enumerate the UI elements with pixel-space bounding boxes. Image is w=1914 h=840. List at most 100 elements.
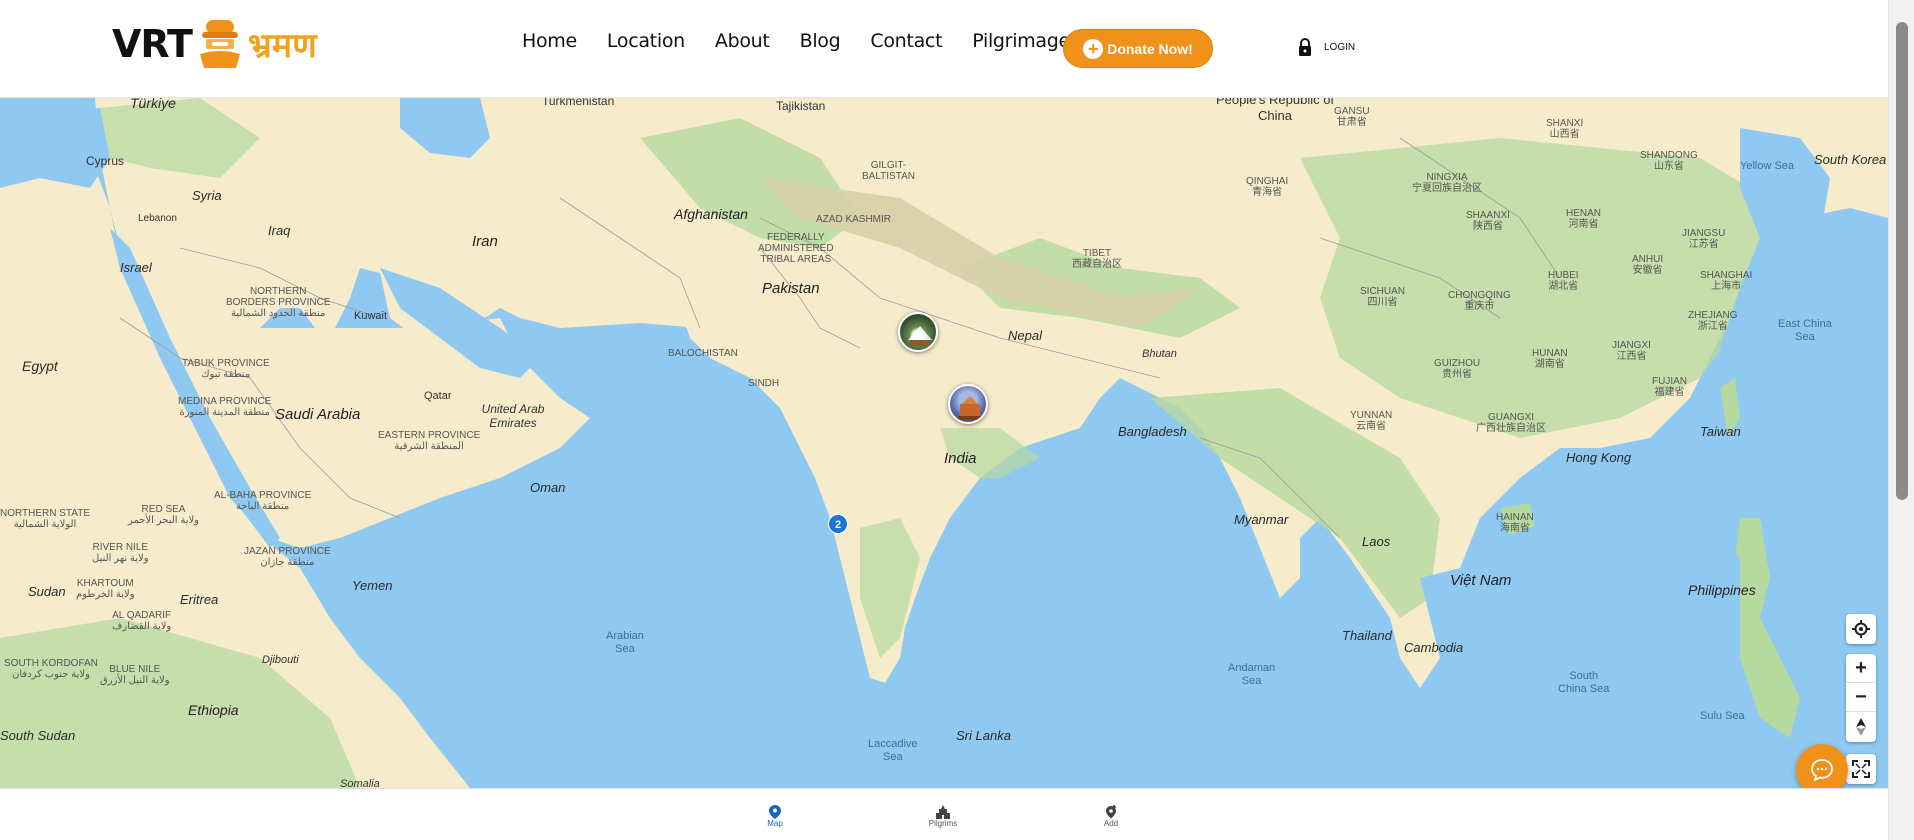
logo-text: VRT	[112, 22, 193, 66]
map-label-redsea: RED SEA ولاية البحر الأحمر	[128, 504, 200, 526]
map-canvas[interactable]: Türkiye Turkmenistan Tajikistan People's…	[0, 98, 1888, 788]
scrollbar-thumb[interactable]	[1896, 22, 1908, 500]
map-label-hubei: HUBEI 湖北省	[1548, 270, 1579, 292]
site-logo[interactable]: VRT भ्रमण	[112, 16, 317, 72]
map-label-djibouti: Djibouti	[262, 654, 299, 666]
map-label-alqadarif: AL QADARIF ولاية القضارف	[112, 610, 172, 632]
map-label-shandong: SHANDONG 山东省	[1640, 150, 1698, 172]
map-label-gansu: GANSU 甘肃省	[1334, 106, 1370, 128]
pilgrimage-marker[interactable]	[898, 312, 938, 352]
login-label: LOGIN	[1324, 41, 1356, 53]
map-label-sindh: SINDH	[748, 378, 780, 389]
map-label-tibet: TIBET 西藏自治区	[1072, 248, 1122, 270]
fullscreen-button[interactable]	[1846, 754, 1876, 784]
map-label-balochistan: BALOCHISTAN	[668, 348, 738, 359]
map-label-southsudan: South Sudan	[0, 728, 76, 743]
map-label-afghanistan: Afghanistan	[674, 206, 748, 222]
map-label-eastern: EASTERN PROVINCE المنطقة الشرقية	[378, 430, 481, 452]
login-link[interactable]: LOGIN	[1298, 38, 1355, 56]
nav-contact[interactable]: Contact	[870, 30, 942, 52]
map-label-pakistan: Pakistan	[762, 280, 820, 297]
zoom-out-button[interactable]: −	[1846, 683, 1876, 712]
map-label-southchinasea: South China Sea	[1558, 670, 1610, 695]
map-label-china: People's Republic of China	[1215, 98, 1335, 123]
map-label-southkordofan: SOUTH KORDOFAN ولاية جنوب كردفان	[4, 658, 98, 680]
map-label-cambodia: Cambodia	[1404, 640, 1464, 655]
map-label-qinghai: QINGHAI 青海省	[1246, 176, 1289, 198]
map-label-turkiye: Türkiye	[130, 98, 176, 111]
map-label-bhutan: Bhutan	[1142, 348, 1177, 360]
map-label-andamansea: Andaman Sea	[1228, 662, 1276, 687]
map-label-bluenile: BLUE NILE ولاية النيل الأزرق	[100, 664, 170, 686]
map-label-anhui: ANHUI 安徽省	[1632, 254, 1664, 276]
map-label-fujian: FUJIAN 福建省	[1652, 376, 1687, 398]
map-label-syria: Syria	[192, 188, 222, 203]
map-label-saudi: Saudi Arabia	[275, 406, 361, 423]
map-label-hunan: HUNAN 湖南省	[1532, 348, 1568, 370]
map-label-arabiansea: Arabian Sea	[606, 630, 644, 655]
map-label-jiangsu: JIANGSU 江苏省	[1682, 228, 1726, 250]
map-label-yunnan: YUNNAN 云南省	[1350, 410, 1393, 432]
page: VRT भ्रमण Home Location About Blog Conta…	[0, 0, 1914, 840]
map-label-eritrea: Eritrea	[180, 592, 219, 607]
map-label-eastchinasea: East China Sea	[1778, 318, 1832, 343]
zoom-controls: + −	[1846, 654, 1876, 742]
map-label-iran: Iran	[472, 233, 498, 250]
map-label-israel: Israel	[120, 260, 152, 275]
logo-deva-text: भ्रमण	[247, 26, 317, 66]
tab-add[interactable]: Add	[1081, 805, 1141, 828]
bottom-tab-bar: Map Pilgrims Add	[0, 788, 1888, 840]
tab-map-label: Map	[767, 819, 783, 828]
tab-map[interactable]: Map	[745, 805, 805, 828]
map-label-fata: FEDERALLY ADMINISTERED TRIBAL AREAS	[758, 232, 834, 265]
map-label-philippines: Philippines	[1688, 582, 1756, 598]
tab-pilgrims[interactable]: Pilgrims	[913, 805, 973, 828]
map-label-shanxi: SHANXI 山西省	[1546, 118, 1584, 140]
donate-button[interactable]: + Donate Now!	[1063, 29, 1213, 68]
map-label-nepal: Nepal	[1008, 328, 1042, 343]
map-label-thailand: Thailand	[1342, 628, 1392, 643]
page-scrollbar[interactable]	[1888, 0, 1914, 840]
zoom-in-button[interactable]: +	[1846, 654, 1876, 683]
lock-icon	[1298, 38, 1312, 56]
map-label-medina: MEDINA PROVINCE منطقة المدينة المنورة	[178, 396, 272, 418]
map-label-lebanon: Lebanon	[138, 213, 177, 224]
marker-cluster[interactable]: 2	[828, 514, 848, 534]
chat-icon	[1811, 759, 1833, 782]
logo-mascot-icon	[196, 18, 244, 70]
map-label-khartoum: KHARTOUM ولاية الخرطوم	[76, 578, 135, 600]
tab-add-label: Add	[1103, 819, 1119, 828]
locate-me-button[interactable]	[1846, 614, 1876, 644]
crosshair-icon	[1852, 620, 1870, 638]
map-label-bangladesh: Bangladesh	[1118, 424, 1187, 439]
map-label-hongkong: Hong Kong	[1566, 450, 1632, 465]
map-pin-icon	[769, 805, 781, 819]
map-label-gilgit: GILGIT- BALTISTAN	[862, 160, 915, 182]
map-label-tabuk: TABUK PROVINCE منطقة تبوك	[182, 358, 270, 380]
map-label-kuwait: Kuwait	[354, 310, 388, 322]
map-label-india: India	[944, 450, 977, 467]
map-label-ningxia: NINGXIA 宁夏回族自治区	[1412, 172, 1482, 194]
compass-button[interactable]	[1846, 712, 1876, 741]
nav-about[interactable]: About	[715, 30, 770, 52]
temple-icon	[936, 805, 950, 819]
map-label-southkorea: South Korea	[1814, 152, 1887, 167]
map-label-laos: Laos	[1362, 534, 1391, 549]
nav-home[interactable]: Home	[522, 30, 577, 52]
map-label-jazan: JAZAN PROVINCE منطقة جازان	[244, 546, 331, 568]
chat-button[interactable]	[1796, 744, 1848, 788]
map-label-henan: HENAN 河南省	[1566, 208, 1602, 230]
map-label-srilanka: Sri Lanka	[956, 728, 1011, 743]
nav-blog[interactable]: Blog	[800, 30, 841, 52]
map-label-vietnam: Việt Nam	[1450, 572, 1512, 589]
map-label-yellowsea: Yellow Sea	[1740, 160, 1795, 172]
map-label-chongqing: CHONGQING 重庆市	[1448, 290, 1511, 312]
site-header: VRT भ्रमण Home Location About Blog Conta…	[0, 0, 1888, 98]
map-label-ethiopia: Ethiopia	[188, 702, 239, 718]
nav-location[interactable]: Location	[607, 30, 685, 52]
map-label-turkmenistan: Turkmenistan	[542, 98, 615, 108]
donate-label: Donate Now!	[1107, 40, 1193, 57]
pilgrimage-marker[interactable]	[948, 384, 988, 424]
map-label-northern-borders: NORTHERN BORDERS PROVINCE منطقة الحدود ا…	[226, 286, 331, 319]
map-label-yemen: Yemen	[352, 578, 393, 593]
